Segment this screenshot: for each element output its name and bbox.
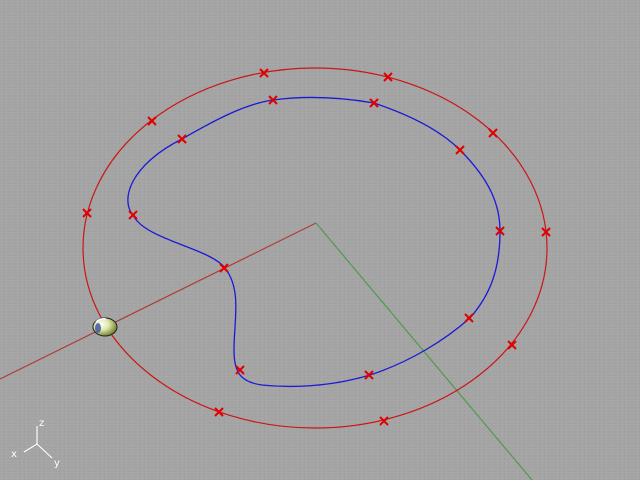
perspective-viewport[interactable]: z x y bbox=[0, 0, 640, 480]
control-point[interactable] bbox=[214, 407, 224, 417]
control-point[interactable] bbox=[464, 313, 474, 323]
world-x-axis-line bbox=[0, 222, 317, 380]
control-point[interactable] bbox=[219, 263, 229, 273]
control-point[interactable] bbox=[177, 134, 187, 144]
scene-canvas[interactable]: z x y bbox=[0, 0, 640, 480]
control-point[interactable] bbox=[128, 210, 138, 220]
inner-control-points[interactable] bbox=[128, 95, 505, 380]
gizmo-x-label: x bbox=[11, 449, 17, 460]
outer-control-points[interactable] bbox=[82, 68, 551, 426]
axis-gizmo bbox=[23, 426, 53, 459]
ball-handle-icon[interactable] bbox=[92, 317, 118, 337]
control-point[interactable] bbox=[147, 116, 157, 126]
gizmo-y-axis bbox=[36, 443, 53, 459]
control-point[interactable] bbox=[488, 128, 498, 138]
gizmo-z-label: z bbox=[39, 418, 44, 429]
gizmo-x-axis bbox=[23, 443, 38, 453]
gizmo-y-label: y bbox=[54, 458, 60, 469]
control-point[interactable] bbox=[455, 145, 465, 155]
